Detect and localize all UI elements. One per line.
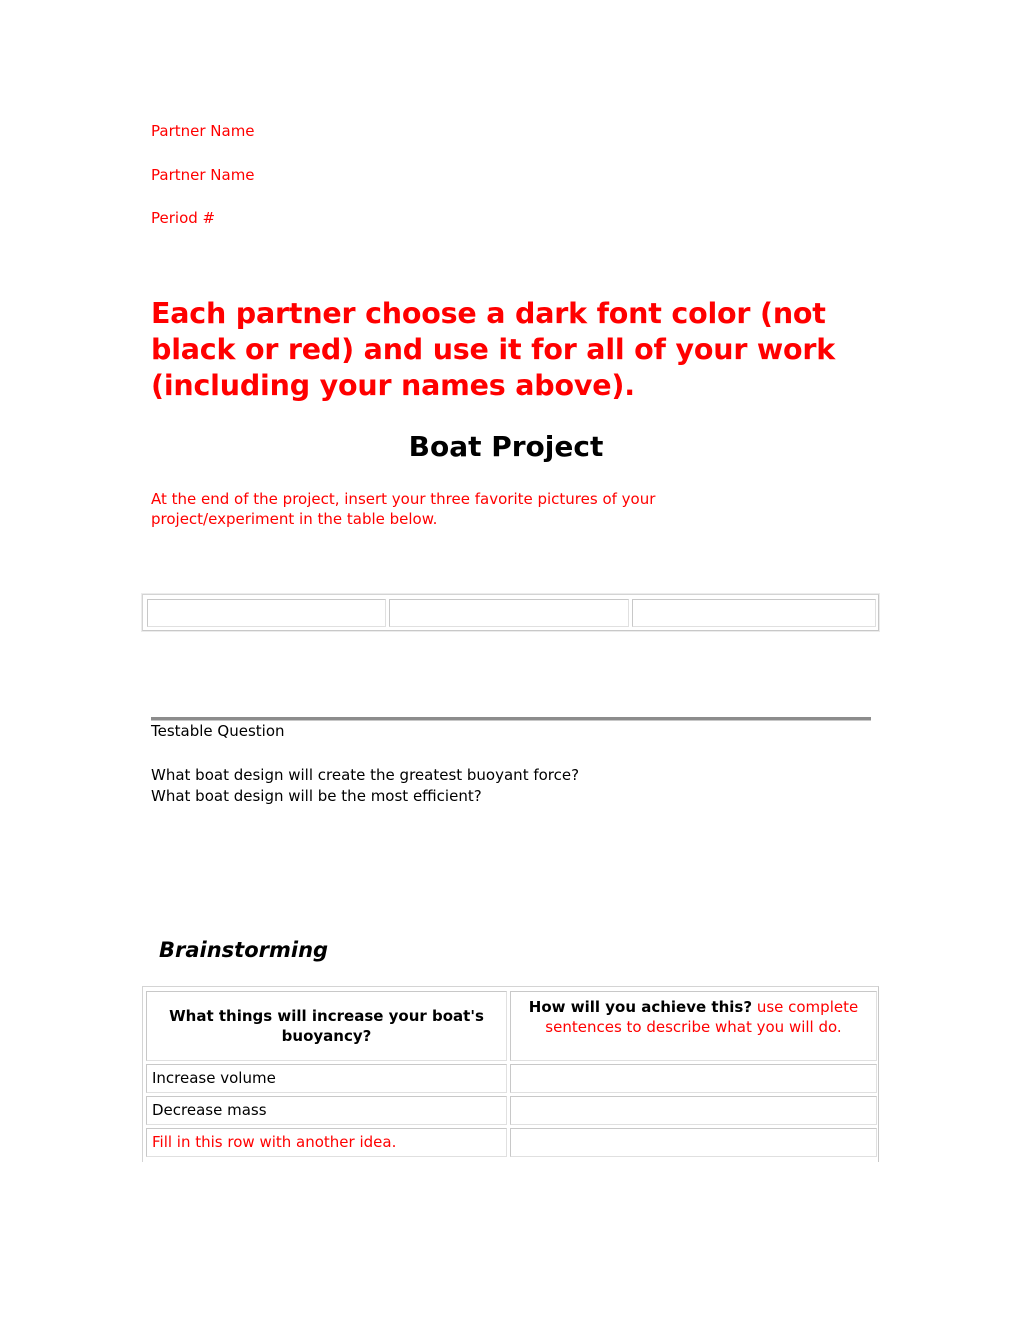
testable-question-2: What boat design will be the most effici… — [151, 787, 482, 805]
column-header-how-achieve: How will you achieve this? use complete … — [510, 991, 877, 1061]
idea-text: Decrease mass — [152, 1101, 267, 1119]
partner-name-2-field[interactable]: Partner Name — [151, 166, 255, 184]
brainstorming-table: What things will increase your boat's bu… — [142, 986, 879, 1162]
picture-cell-3[interactable] — [632, 599, 876, 627]
picture-cell-1[interactable] — [147, 599, 386, 627]
idea-text: Increase volume — [152, 1069, 276, 1087]
testable-question-label: Testable Question — [151, 722, 285, 740]
font-color-instruction: Each partner choose a dark font color (n… — [151, 297, 836, 402]
idea-prompt-text: Fill in this row with another idea. — [152, 1133, 397, 1151]
method-cell[interactable] — [510, 1096, 877, 1125]
picture-cell-2[interactable] — [389, 599, 629, 627]
pictures-table — [141, 593, 880, 632]
brainstorming-heading: Brainstorming — [159, 938, 329, 962]
idea-cell[interactable]: Increase volume — [146, 1064, 507, 1093]
pictures-instruction: At the end of the project, insert your t… — [151, 490, 656, 528]
partner-name-1-field[interactable]: Partner Name — [151, 122, 255, 140]
period-field[interactable]: Period # — [151, 209, 215, 227]
idea-cell[interactable]: Decrease mass — [146, 1096, 507, 1125]
column-header-label: How will you achieve this? — [528, 998, 753, 1016]
column-header-label: What things will increase your boat's bu… — [169, 1007, 484, 1045]
page-title: Boat Project — [408, 430, 604, 463]
method-cell[interactable] — [510, 1128, 877, 1157]
method-cell[interactable] — [510, 1064, 877, 1093]
testable-question-1: What boat design will create the greates… — [151, 766, 580, 784]
column-header-increase-buoyancy: What things will increase your boat's bu… — [146, 991, 507, 1061]
idea-cell[interactable]: Fill in this row with another idea. — [146, 1128, 507, 1157]
